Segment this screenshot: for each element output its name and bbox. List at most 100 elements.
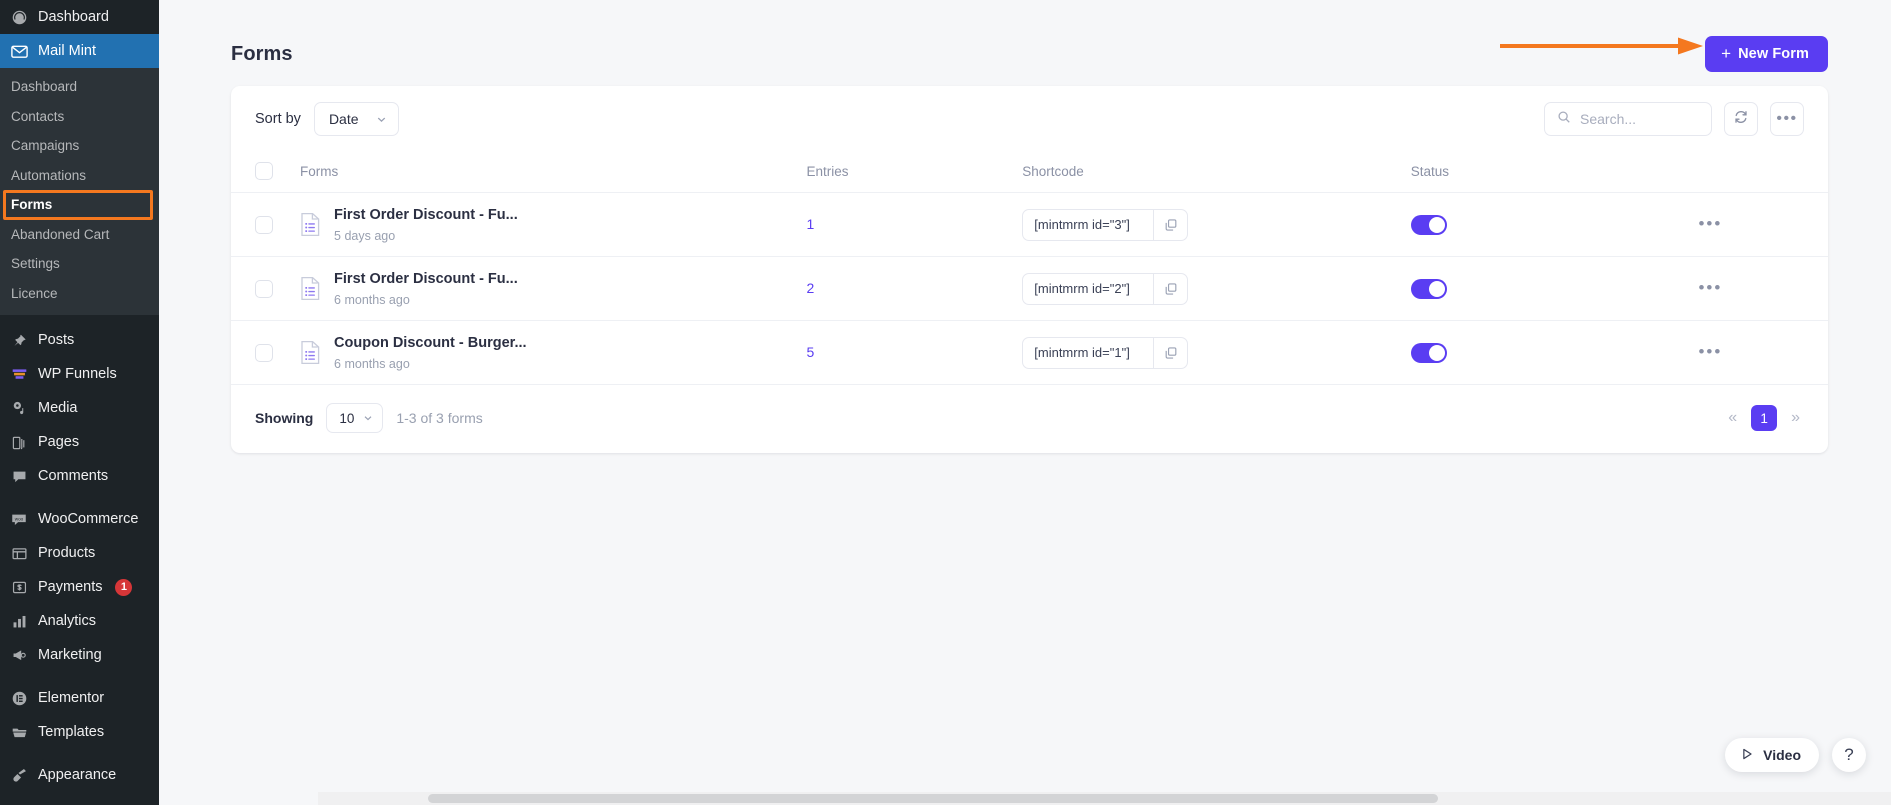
row-actions-cell: ••• xyxy=(1698,192,1828,257)
page-header: Forms + New Form xyxy=(159,0,1891,80)
page-number-1[interactable]: 1 xyxy=(1751,405,1778,431)
sidebar-item-mail-mint[interactable]: Mail Mint xyxy=(0,34,159,68)
horizontal-scrollbar[interactable] xyxy=(318,792,1891,805)
row-menu-button[interactable]: ••• xyxy=(1698,214,1722,233)
row-shortcode-cell: [mintmrm id="1"] xyxy=(1022,320,1411,385)
sidebar-item-label: Appearance xyxy=(38,767,117,784)
sidebar-divider-4 xyxy=(0,750,159,759)
sidebar-item-payments[interactable]: Payments 1 xyxy=(0,571,159,605)
status-toggle[interactable] xyxy=(1410,214,1447,235)
entries-link[interactable]: 1 xyxy=(806,216,814,232)
shortcode-value: [mintmrm id="1"] xyxy=(1034,345,1130,360)
sidebar-item-label: Posts xyxy=(38,332,75,349)
sidebar-item-label: Templates xyxy=(38,724,105,741)
submenu-item-contacts[interactable]: Contacts xyxy=(0,102,159,132)
video-button[interactable]: Video xyxy=(1725,738,1819,772)
column-header-entries[interactable]: Entries xyxy=(806,151,1023,193)
submenu-item-automations[interactable]: Automations xyxy=(0,161,159,191)
first-page-button[interactable]: « xyxy=(1724,406,1741,430)
search-field[interactable] xyxy=(1544,102,1712,136)
sidebar-item-comments[interactable]: Comments xyxy=(0,460,159,494)
sort-by-select[interactable]: Date xyxy=(313,102,399,136)
sidebar-item-templates[interactable]: Templates xyxy=(0,716,159,750)
submenu-item-abandoned-cart[interactable]: Abandoned Cart xyxy=(0,220,159,250)
row-menu-button[interactable]: ••• xyxy=(1698,278,1722,297)
sidebar-item-label: Mail Mint xyxy=(38,42,97,59)
row-entries-cell: 1 xyxy=(806,192,1023,257)
question-mark-icon: ? xyxy=(1844,745,1854,764)
select-all-checkbox[interactable] xyxy=(255,162,273,180)
sidebar-item-dashboard[interactable]: Dashboard xyxy=(0,0,159,34)
column-header-shortcode[interactable]: Shortcode xyxy=(1022,151,1411,193)
submenu-item-forms[interactable]: Forms xyxy=(0,190,159,220)
form-date: 6 months ago xyxy=(334,357,410,372)
form-name[interactable]: First Order Discount - Fu... xyxy=(334,206,518,226)
funnel-icon xyxy=(9,365,29,385)
page-title: Forms xyxy=(231,42,293,65)
shortcode-value: [mintmrm id="2"] xyxy=(1034,281,1130,296)
status-toggle[interactable] xyxy=(1410,342,1447,363)
row-menu-button[interactable]: ••• xyxy=(1698,342,1722,361)
entries-link[interactable]: 2 xyxy=(806,280,814,296)
column-header-forms[interactable]: Forms xyxy=(300,151,807,193)
sidebar-item-label: Elementor xyxy=(38,690,105,707)
forms-table-body: First Order Discount - Fu... 5 days ago … xyxy=(231,192,1828,385)
play-icon xyxy=(1740,747,1754,764)
form-name[interactable]: First Order Discount - Fu... xyxy=(334,270,518,290)
help-button[interactable]: ? xyxy=(1832,738,1866,772)
row-checkbox[interactable] xyxy=(255,279,273,298)
mail-mint-submenu: Dashboard Contacts Campaigns Automations… xyxy=(0,68,159,315)
pin-icon xyxy=(9,331,29,351)
forms-toolbar: Sort by Date Search... ••• xyxy=(231,86,1828,151)
search-input[interactable] xyxy=(1580,111,1690,127)
table-row[interactable]: First Order Discount - Fu... 5 days ago … xyxy=(231,192,1828,257)
per-page-group: Showing 10 1-3 of 3 forms xyxy=(255,403,483,433)
status-toggle[interactable] xyxy=(1410,278,1447,299)
envelope-icon xyxy=(9,41,29,61)
copy-shortcode-button[interactable] xyxy=(1153,209,1187,240)
wordpress-admin-screen: Dashboard Mail Mint Dashboard Contacts C… xyxy=(0,0,1891,805)
row-checkbox[interactable] xyxy=(255,215,273,234)
sidebar-item-wp-funnels[interactable]: WP Funnels xyxy=(0,358,159,392)
toolbar-right: ••• xyxy=(1544,102,1804,136)
sidebar-item-appearance[interactable]: Appearance xyxy=(0,759,159,793)
copy-shortcode-button[interactable] xyxy=(1153,337,1187,368)
table-row[interactable]: Coupon Discount - Burger... 6 months ago… xyxy=(231,320,1828,385)
submenu-item-campaigns[interactable]: Campaigns xyxy=(0,131,159,161)
refresh-button[interactable] xyxy=(1724,102,1758,136)
sidebar-item-label: Media xyxy=(38,400,78,417)
last-page-button[interactable]: » xyxy=(1787,406,1804,430)
submenu-item-licence[interactable]: Licence xyxy=(0,279,159,309)
row-shortcode-cell: [mintmrm id="2"] xyxy=(1022,256,1411,321)
column-header-status[interactable]: Status xyxy=(1410,151,1699,193)
sort-by-group: Sort by Date xyxy=(255,102,399,136)
marketing-icon xyxy=(9,646,29,666)
plus-icon: + xyxy=(1721,44,1732,63)
more-horizontal-icon: ••• xyxy=(1776,110,1798,127)
entries-link[interactable]: 5 xyxy=(806,344,814,360)
sidebar-item-analytics[interactable]: Analytics xyxy=(0,605,159,639)
search-icon xyxy=(1557,110,1571,129)
payments-badge: 1 xyxy=(115,579,133,596)
floating-actions: Video ? xyxy=(1725,738,1866,772)
video-button-label: Video xyxy=(1763,747,1801,763)
per-page-select[interactable]: 10 xyxy=(326,403,384,433)
admin-sidebar: Dashboard Mail Mint Dashboard Contacts C… xyxy=(0,0,159,805)
sidebar-item-elementor[interactable]: Elementor xyxy=(0,682,159,716)
row-checkbox[interactable] xyxy=(255,343,273,362)
form-name[interactable]: Coupon Discount - Burger... xyxy=(334,334,527,354)
sidebar-item-woocommerce[interactable]: woo WooCommerce xyxy=(0,503,159,537)
sidebar-item-pages[interactable]: Pages xyxy=(0,426,159,460)
scrollbar-thumb[interactable] xyxy=(428,794,1438,803)
products-icon xyxy=(9,544,29,564)
submenu-item-dashboard[interactable]: Dashboard xyxy=(0,72,159,102)
sidebar-item-posts[interactable]: Posts xyxy=(0,324,159,358)
sidebar-item-marketing[interactable]: Marketing xyxy=(0,639,159,673)
sidebar-item-products[interactable]: Products xyxy=(0,537,159,571)
copy-shortcode-button[interactable] xyxy=(1153,273,1187,304)
table-row[interactable]: First Order Discount - Fu... 6 months ag… xyxy=(231,256,1828,321)
sidebar-item-media[interactable]: Media xyxy=(0,392,159,426)
new-form-button[interactable]: + New Form xyxy=(1705,36,1828,72)
submenu-item-settings[interactable]: Settings xyxy=(0,249,159,279)
toolbar-more-button[interactable]: ••• xyxy=(1770,102,1804,136)
